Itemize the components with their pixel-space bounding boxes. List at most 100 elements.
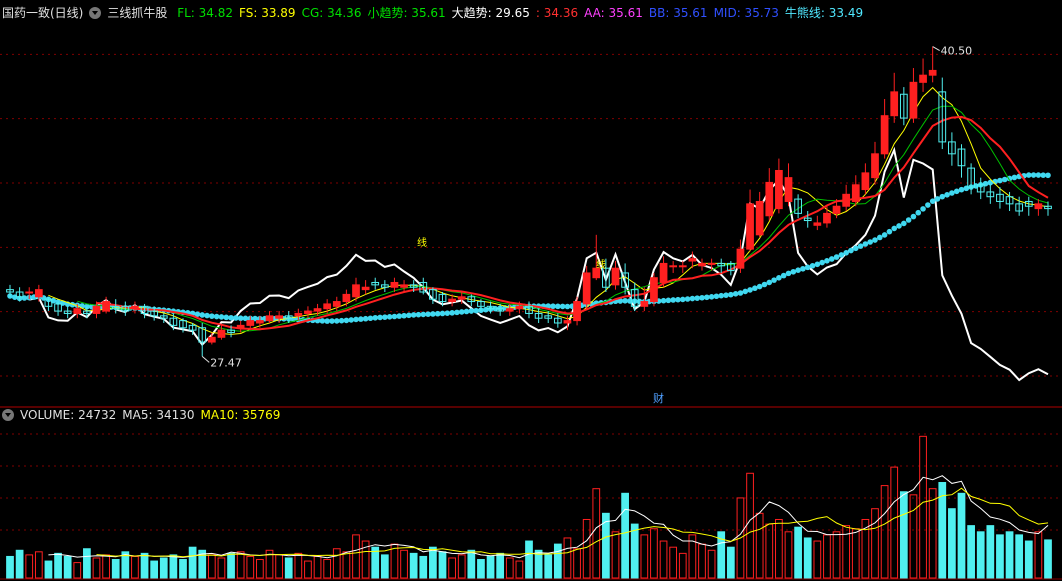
volume-bar <box>1015 534 1024 579</box>
volume-bar <box>678 552 687 579</box>
candle-body <box>505 308 514 312</box>
bull-bear-dot <box>329 318 335 324</box>
volume-bar <box>996 534 1004 579</box>
volume-bar <box>179 559 187 579</box>
bull-bear-dot <box>372 314 379 321</box>
bull-bear-dot <box>804 264 811 271</box>
volume-bar <box>871 508 879 579</box>
bull-bear-dot <box>391 313 398 320</box>
volume-bar <box>294 552 303 579</box>
legend-item-0: FL: 34.82 <box>177 6 234 20</box>
candle-body <box>323 303 332 310</box>
volume-bar <box>159 557 168 579</box>
candle-body <box>736 248 745 269</box>
candle-body <box>102 301 110 312</box>
line-tag-1: 线 <box>417 236 427 249</box>
bull-bear-dot <box>21 295 28 301</box>
candle-body <box>275 315 283 319</box>
stock-chart[interactable]: 40.50 27.47 财 线 线 <box>0 0 1062 581</box>
volume-legend-item-2: MA10: 35769 <box>200 408 281 422</box>
candle-body <box>515 305 524 310</box>
dropdown-icon[interactable] <box>89 7 102 19</box>
bull-bear-dot <box>886 228 893 235</box>
bull-bear-dot <box>973 183 979 189</box>
candle-body <box>669 265 678 268</box>
bull-bear-dot <box>814 261 821 268</box>
candle-body <box>448 298 456 303</box>
low-price-label: 27.47 <box>210 356 242 369</box>
volume-bar <box>967 525 975 579</box>
volume-bar <box>515 560 524 579</box>
bull-bear-dot <box>785 270 792 277</box>
bull-bear-dot <box>401 312 407 319</box>
bull-bear-dot <box>756 283 763 290</box>
bull-bear-dot <box>1001 176 1008 183</box>
bull-bear-dot <box>780 272 787 279</box>
volume-bars[interactable] <box>6 435 1052 579</box>
candle-body <box>698 262 706 267</box>
candle-body <box>390 281 399 288</box>
candle-body <box>92 305 101 314</box>
bull-bear-dot <box>689 295 696 302</box>
candle-body <box>246 320 255 326</box>
volume-bar <box>140 552 149 579</box>
bull-bear-dot <box>377 314 383 321</box>
legend-item-1: FS: 33.89 <box>239 6 296 20</box>
candle-body <box>1034 203 1043 210</box>
candle-body <box>400 284 408 288</box>
volume-bar <box>621 492 629 579</box>
volume-bar <box>448 557 456 579</box>
bull-bear-dot <box>910 213 917 220</box>
volume-bar <box>928 488 937 579</box>
bull-bear-dot <box>905 217 912 223</box>
high-price-label: 40.50 <box>941 45 973 58</box>
bull-bear-dot <box>670 297 676 303</box>
candle-body <box>217 329 226 338</box>
bull-bear-dot <box>660 297 667 304</box>
candle-body <box>832 205 841 214</box>
volume-bar <box>400 549 408 579</box>
bull-bear-dot <box>795 267 801 273</box>
bull-bear-dot <box>622 297 628 304</box>
volume-bar <box>755 512 764 579</box>
candle-body <box>313 308 322 312</box>
bull-bear-dot <box>872 237 878 243</box>
bull-bear-dot <box>410 312 417 318</box>
legend-item-2: CG: 34.36 <box>301 6 362 20</box>
volume-legend-item-1: MA5: 34130 <box>122 408 195 422</box>
indicator-name[interactable]: 三线抓牛股 <box>107 6 167 20</box>
bull-bear-dot <box>333 318 340 324</box>
bull-bear-dot <box>367 315 374 322</box>
volume-bar <box>976 531 985 579</box>
bull-bear-dot <box>353 316 359 323</box>
candle-body <box>352 284 360 298</box>
volume-bar <box>890 466 899 579</box>
candle-body <box>688 258 697 262</box>
candle-body <box>755 200 764 236</box>
bull-bear-dot <box>1030 172 1037 178</box>
candle-body <box>131 305 139 310</box>
volume-bar <box>44 560 53 579</box>
bull-bear-dot <box>790 268 797 275</box>
bull-bear-dot <box>843 250 849 256</box>
bull-bear-dot <box>800 265 806 272</box>
volume-bar <box>611 531 620 579</box>
volume-bar <box>544 554 553 579</box>
bull-bear-dot <box>627 298 633 304</box>
bull-bear-dot <box>319 318 326 324</box>
bull-bear-dot <box>920 206 926 212</box>
stock-title: 国药一致(日线) <box>2 6 84 20</box>
bull-bear-dot <box>857 243 864 249</box>
dropdown-icon[interactable] <box>2 409 14 421</box>
bull-bear-dot <box>386 314 393 320</box>
bull-bear-dot <box>343 317 350 324</box>
volume-bar <box>438 551 447 579</box>
bull-bear-dot <box>934 196 941 202</box>
volume-bar <box>111 559 120 579</box>
volume-bar <box>909 494 918 579</box>
volume-bar <box>525 540 533 579</box>
volume-bar <box>505 557 514 579</box>
bull-bear-dot <box>406 312 412 319</box>
volume-bar <box>6 555 14 579</box>
bull-bear-dot <box>679 296 686 303</box>
